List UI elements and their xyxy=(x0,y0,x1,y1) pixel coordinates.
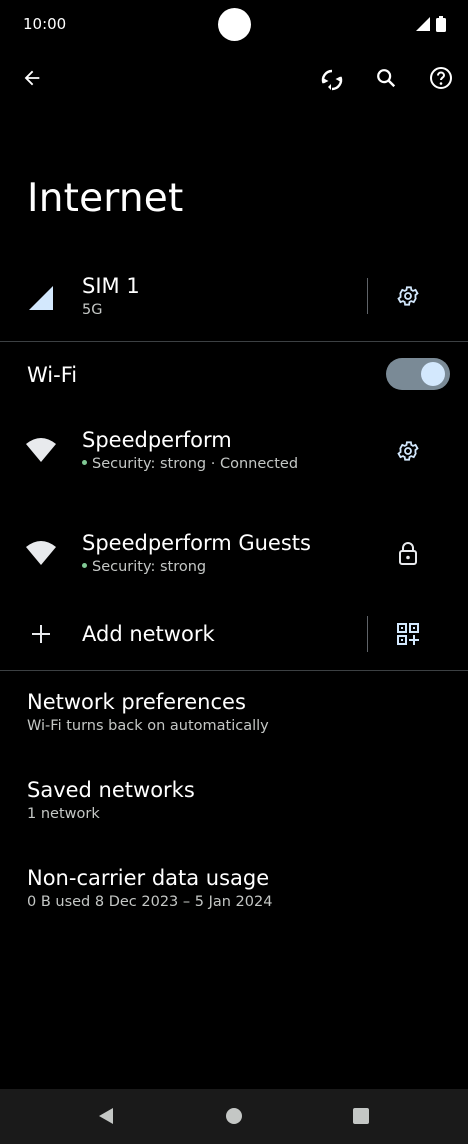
cell-signal-icon xyxy=(416,17,430,31)
network-status: Security: strong · Connected xyxy=(92,456,299,472)
wifi-network-item[interactable]: Speedperform Security: strong · Connecte… xyxy=(0,420,468,490)
nav-back-button[interactable] xyxy=(86,1096,126,1136)
wifi-network-item[interactable]: Speedperform Guests Security: strong xyxy=(0,523,468,593)
gear-icon xyxy=(397,286,419,306)
list-item-subtitle: Wi-Fi turns back on automatically xyxy=(27,718,269,734)
wifi-icon xyxy=(26,438,56,462)
toggle-knob xyxy=(421,362,445,386)
saved-networks-item[interactable]: Saved networks 1 network xyxy=(0,778,468,838)
square-recents-icon xyxy=(353,1108,369,1124)
divider xyxy=(367,616,368,652)
sim-network-type: 5G xyxy=(82,302,103,318)
network-settings-button[interactable] xyxy=(388,431,428,471)
qr-scan-button[interactable] xyxy=(388,614,428,654)
network-preferences-item[interactable]: Network preferences Wi-Fi turns back on … xyxy=(0,690,468,750)
lock-icon xyxy=(399,542,417,565)
list-item-subtitle: 0 B used 8 Dec 2023 – 5 Jan 2024 xyxy=(27,894,273,910)
nav-home-button[interactable] xyxy=(214,1096,254,1136)
wifi-label: Wi-Fi xyxy=(27,363,78,387)
add-network-row[interactable]: Add network xyxy=(0,612,468,658)
sim-name: SIM 1 xyxy=(82,274,140,298)
triangle-back-icon xyxy=(99,1108,113,1124)
help-icon xyxy=(430,67,452,89)
network-reset-icon xyxy=(321,69,343,91)
search-icon xyxy=(377,69,396,88)
status-icons xyxy=(416,16,446,32)
arrow-back-icon xyxy=(24,70,40,86)
nav-recents-button[interactable] xyxy=(341,1096,381,1136)
system-nav-bar xyxy=(0,1089,468,1144)
list-item-title: Non-carrier data usage xyxy=(27,866,270,890)
network-name: Speedperform Guests xyxy=(82,531,311,555)
top-app-bar xyxy=(0,58,468,102)
network-status: Security: strong xyxy=(92,559,207,575)
reset-connectivity-button[interactable] xyxy=(312,60,352,100)
divider xyxy=(367,278,368,314)
add-network-label: Add network xyxy=(82,622,215,646)
connected-dot xyxy=(82,459,87,465)
wifi-icon xyxy=(26,541,56,565)
gear-icon xyxy=(397,441,419,461)
section-divider xyxy=(0,341,468,342)
cell-signal-icon xyxy=(29,286,53,310)
page-title: Internet xyxy=(27,176,184,221)
search-button[interactable] xyxy=(366,58,406,98)
help-button[interactable] xyxy=(421,58,461,98)
camera-cutout xyxy=(218,8,251,41)
status-dot xyxy=(82,562,87,568)
list-item-title: Network preferences xyxy=(27,690,246,714)
add-icon xyxy=(32,625,50,643)
qr-code-icon xyxy=(397,623,419,645)
battery-icon xyxy=(436,16,446,32)
sim-row[interactable]: SIM 1 5G xyxy=(0,270,468,334)
data-usage-item[interactable]: Non-carrier data usage 0 B used 8 Dec 20… xyxy=(0,866,468,926)
status-bar: 10:00 xyxy=(0,0,468,50)
network-name: Speedperform xyxy=(82,428,232,452)
list-item-title: Saved networks xyxy=(27,778,195,802)
section-divider xyxy=(0,670,468,671)
circle-home-icon xyxy=(226,1108,242,1124)
wifi-toggle[interactable] xyxy=(386,358,450,390)
back-button[interactable] xyxy=(12,58,52,98)
sim-settings-button[interactable] xyxy=(388,276,428,316)
list-item-subtitle: 1 network xyxy=(27,806,100,822)
status-time: 10:00 xyxy=(23,15,67,33)
